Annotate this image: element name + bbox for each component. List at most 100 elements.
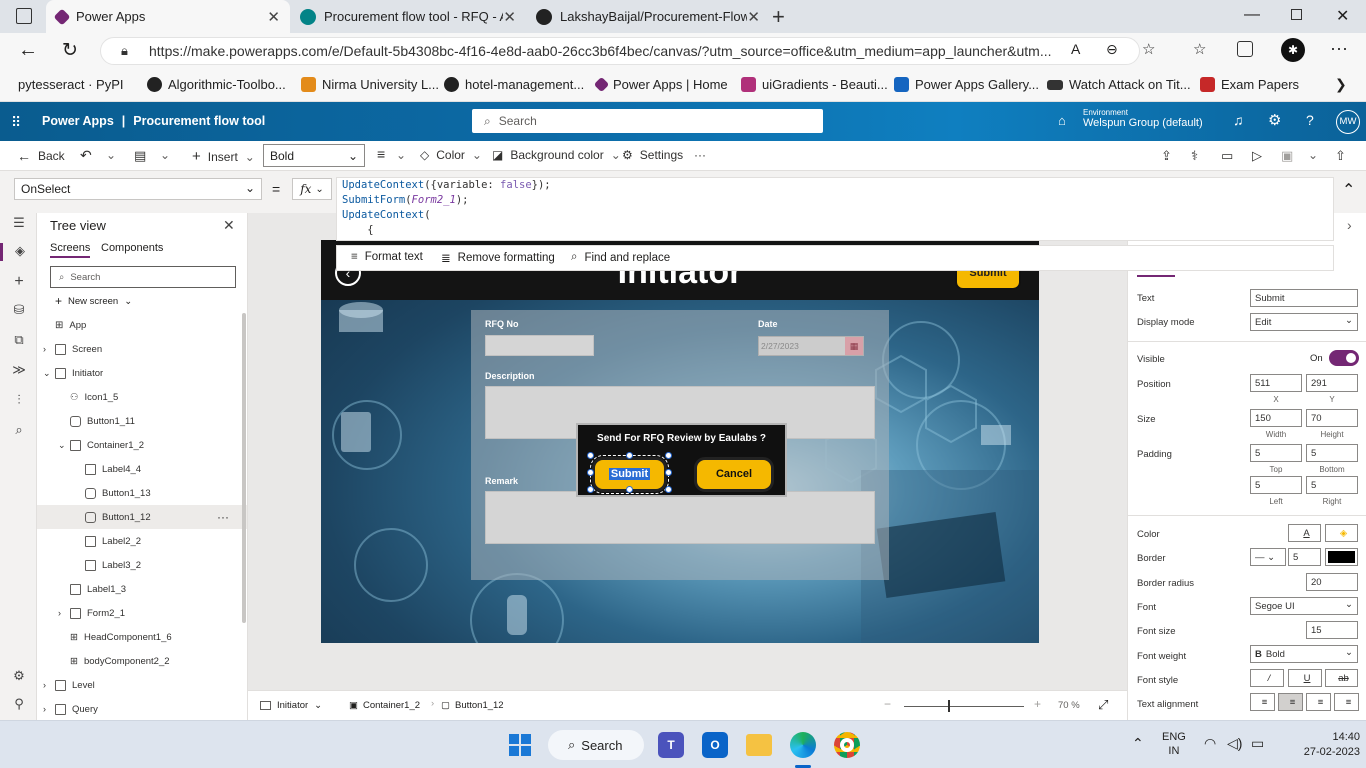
tree-node-headcomponent[interactable]: ⊞ HeadComponent1_6: [70, 625, 270, 649]
font-weight-prop-select[interactable]: B Bold ⌄: [1250, 645, 1358, 663]
resize-handle[interactable]: [587, 469, 594, 476]
tree-node-icon1-5[interactable]: ⚇ Icon1_5: [70, 385, 270, 409]
align-center-button[interactable]: ≡: [1278, 693, 1303, 711]
tree-node-app[interactable]: ⊞ App: [55, 313, 255, 337]
padding-left-input[interactable]: 5: [1250, 476, 1302, 494]
dialog-cancel-button[interactable]: Cancel: [694, 457, 774, 492]
tree-view-icon[interactable]: ◈: [0, 243, 37, 261]
settings-icon[interactable]: ⚙: [10, 668, 28, 686]
tree-node-query[interactable]: › Query: [43, 697, 243, 721]
zoom-in-icon[interactable]: +: [1034, 697, 1041, 711]
insert-button[interactable]: + Insert ⌄: [192, 148, 255, 165]
tab-procurement-tool[interactable]: Procurement flow tool - RFQ - Al ✕: [290, 0, 526, 33]
chevron-down-icon[interactable]: ⌄: [106, 148, 116, 162]
back-button[interactable]: ← Back: [17, 148, 65, 164]
windows-start-icon[interactable]: [509, 734, 531, 756]
visible-toggle[interactable]: [1329, 350, 1359, 366]
clock[interactable]: 14:40 27-02-2023: [1280, 730, 1360, 760]
outlook-icon[interactable]: O: [702, 732, 728, 758]
align-left-button[interactable]: ≡: [1250, 693, 1275, 711]
align-icon[interactable]: ≡: [377, 146, 385, 162]
tree-node-label1-3[interactable]: Label1_3: [70, 577, 270, 601]
tab-screens[interactable]: Screens: [50, 242, 91, 258]
border-width-input[interactable]: 5: [1288, 548, 1321, 566]
bookmark-uigradients[interactable]: uiGradients - Beauti...: [741, 77, 888, 92]
header-search-input[interactable]: ⌕ Search: [472, 109, 823, 133]
restore-icon[interactable]: [1291, 9, 1302, 20]
comments-icon[interactable]: ▭: [1221, 148, 1233, 164]
taskbar-search[interactable]: ⌕ Search: [548, 730, 644, 760]
advanced-tools-icon[interactable]: ⫶: [10, 392, 28, 410]
avatar[interactable]: MW: [1336, 110, 1360, 134]
new-tab-icon[interactable]: +: [772, 4, 785, 30]
fill-color-picker[interactable]: ◈: [1325, 524, 1358, 542]
zoom-slider[interactable]: [904, 706, 1024, 707]
favorites-icon[interactable]: ☆: [1193, 40, 1206, 58]
more-commands-button[interactable]: ···: [694, 148, 706, 162]
remove-formatting-button[interactable]: ≣ Remove formatting: [441, 251, 555, 265]
resize-handle[interactable]: [665, 452, 672, 459]
tree-node-level[interactable]: › Level: [43, 673, 243, 697]
tab-github[interactable]: LakshayBaijal/Procurement-Flow- ✕: [526, 0, 770, 33]
gear-icon[interactable]: ⚙: [1268, 111, 1281, 129]
bookmark-pypi[interactable]: pytesseract · PyPI: [18, 77, 123, 92]
read-aloud-icon[interactable]: A: [1071, 41, 1080, 57]
align-right-button[interactable]: ≡: [1306, 693, 1331, 711]
edge-icon[interactable]: [790, 732, 816, 758]
padding-right-input[interactable]: 5: [1306, 476, 1358, 494]
underline-button[interactable]: U: [1288, 669, 1322, 687]
undo-icon[interactable]: ↶: [80, 147, 92, 164]
file-explorer-icon[interactable]: [746, 734, 772, 756]
bookmark-gallery[interactable]: Power Apps Gallery...: [894, 77, 1039, 92]
volume-icon[interactable]: ◁): [1227, 735, 1242, 752]
back-icon[interactable]: ←: [18, 39, 38, 62]
position-x-input[interactable]: 511: [1250, 374, 1302, 392]
bookmark-powerapps-home[interactable]: Power Apps | Home: [593, 76, 728, 93]
zoom-icon[interactable]: ⊖: [1106, 41, 1118, 58]
chevron-up-icon[interactable]: ⌃: [1132, 735, 1144, 752]
more-icon[interactable]: ···: [1330, 38, 1348, 59]
border-radius-input[interactable]: 20: [1306, 573, 1358, 591]
remark-input[interactable]: [485, 491, 875, 544]
language-indicator[interactable]: ENG IN: [1162, 730, 1186, 758]
display-mode-select[interactable]: Edit ⌄: [1250, 313, 1358, 331]
find-replace-button[interactable]: ⌕ Find and replace: [571, 251, 670, 264]
battery-icon[interactable]: ▭: [1251, 735, 1264, 752]
breadcrumb-button[interactable]: ▢ Button1_12: [441, 700, 504, 711]
tree-node-screen[interactable]: › Screen: [43, 337, 243, 361]
chevron-down-icon[interactable]: ⌄: [160, 148, 170, 162]
breadcrumb-initiator[interactable]: Initiator ⌄: [260, 700, 322, 711]
font-select[interactable]: Segoe UI ⌄: [1250, 597, 1358, 615]
power-automate-icon[interactable]: ≫: [10, 362, 28, 380]
property-select[interactable]: OnSelect ⌄: [14, 178, 262, 200]
minimize-icon[interactable]: —: [1244, 6, 1260, 24]
close-window-icon[interactable]: ✕: [1336, 6, 1349, 26]
search-icon[interactable]: ⌕: [10, 422, 28, 440]
resize-handle[interactable]: [626, 452, 633, 459]
height-input[interactable]: 70: [1306, 409, 1358, 427]
padding-top-input[interactable]: 5: [1250, 444, 1302, 462]
chevron-right-icon[interactable]: ›: [1347, 217, 1352, 233]
media-icon[interactable]: ⧉: [10, 332, 28, 350]
italic-button[interactable]: /: [1250, 669, 1284, 687]
tree-node-bodycomponent[interactable]: ⊞ bodyComponent2_2: [70, 649, 270, 673]
format-text-button[interactable]: ≡ Format text: [351, 251, 423, 263]
border-style-select[interactable]: — ⌄: [1250, 548, 1286, 566]
position-y-input[interactable]: 291: [1306, 374, 1358, 392]
chrome-icon[interactable]: [834, 732, 860, 758]
tree-node-button1-11[interactable]: Button1_11: [70, 409, 270, 433]
close-icon[interactable]: ✕: [503, 8, 516, 26]
resize-handle[interactable]: [587, 452, 594, 459]
new-screen-button[interactable]: + New screen ⌄: [55, 294, 132, 308]
collections-icon[interactable]: [1237, 41, 1253, 57]
wifi-icon[interactable]: ◠: [1204, 735, 1216, 752]
fx-button[interactable]: fx ⌄: [292, 178, 332, 200]
tab-actions-icon[interactable]: [16, 8, 32, 24]
chevron-down-icon[interactable]: ⌄: [1308, 148, 1318, 162]
settings-button[interactable]: ⚙ Settings: [622, 148, 683, 162]
zoom-out-icon[interactable]: −: [884, 697, 891, 711]
bookmark-nirma[interactable]: Nirma University L...: [301, 77, 439, 92]
more-icon[interactable]: ···: [217, 510, 229, 524]
calendar-icon[interactable]: ▦: [845, 337, 863, 355]
border-color-picker[interactable]: [1325, 548, 1358, 566]
